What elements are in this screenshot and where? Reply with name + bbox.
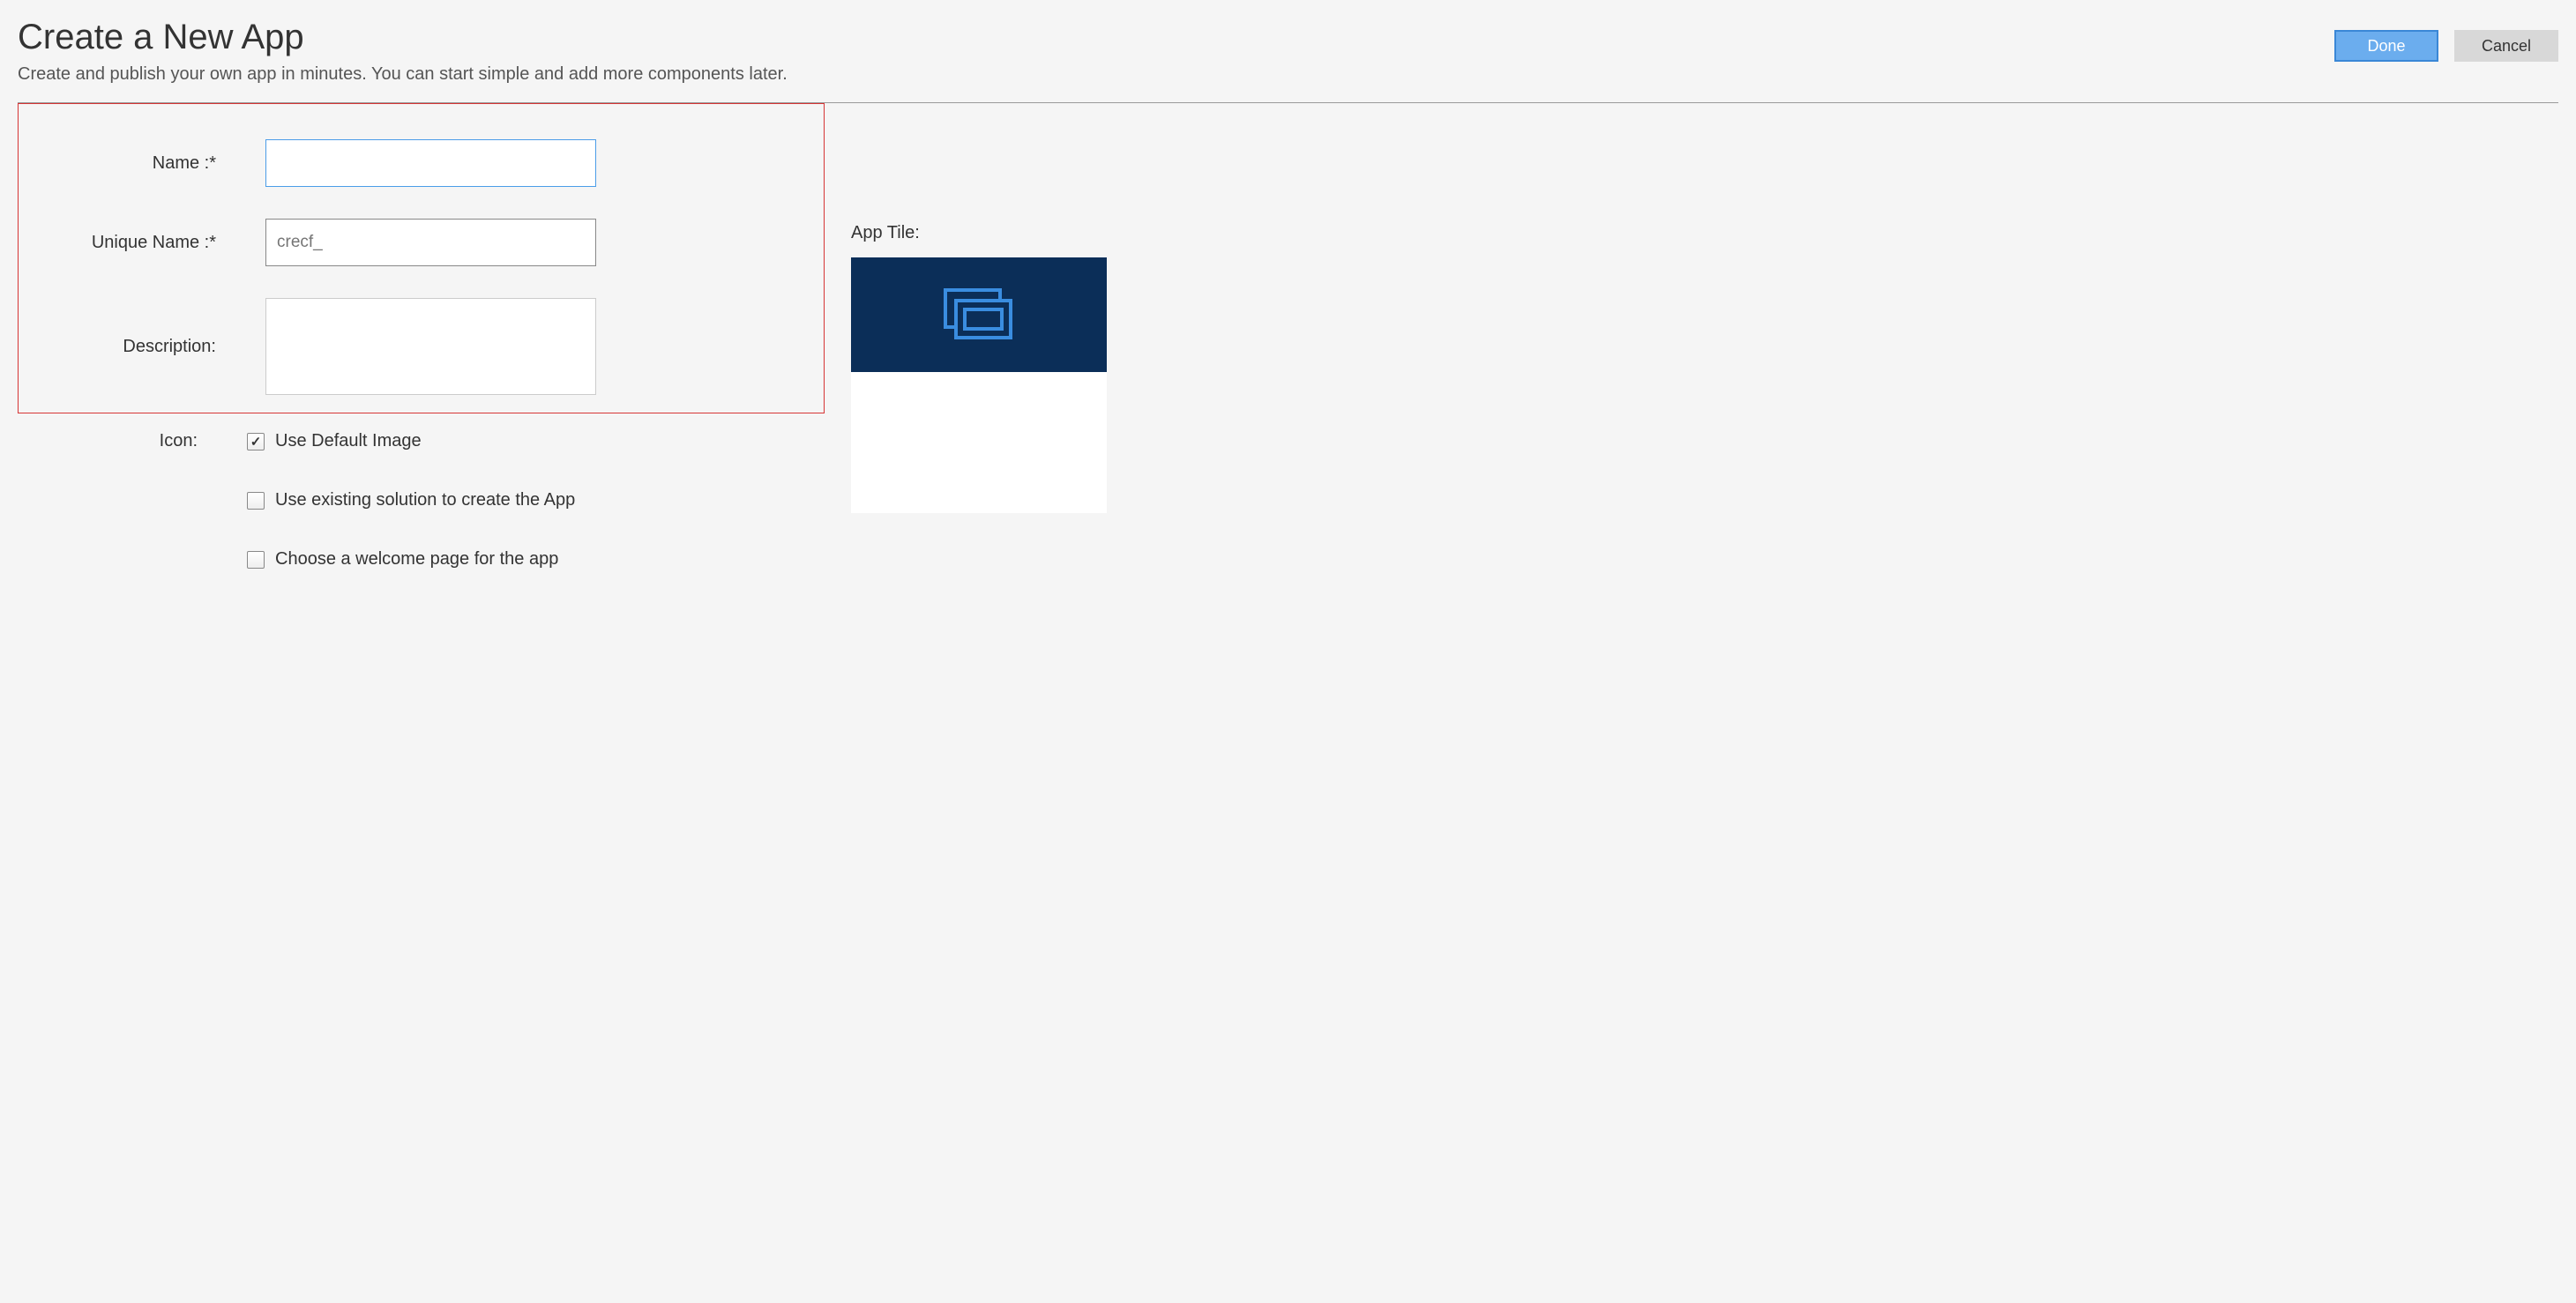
description-input[interactable] [265, 298, 596, 395]
icon-row: Icon: Use Default Image [18, 431, 825, 451]
app-tile-header [851, 257, 1107, 372]
choose-welcome-label: Choose a welcome page for the app [275, 549, 558, 570]
page-header: Create a New App Create and publish your… [18, 18, 2558, 103]
use-default-image-group: Use Default Image [247, 431, 422, 451]
preview-column: App Tile: [851, 103, 1107, 513]
choose-welcome-row: Choose a welcome page for the app [18, 549, 825, 570]
use-default-image-checkbox[interactable] [247, 433, 265, 450]
icon-label: Icon: [18, 431, 247, 451]
app-tile-label: App Tile: [851, 223, 1107, 243]
title-block: Create a New App Create and publish your… [18, 18, 788, 85]
use-default-image-label: Use Default Image [275, 431, 422, 451]
name-row: Name :* [36, 139, 806, 187]
unique-name-row: Unique Name :* [36, 219, 806, 266]
header-buttons: Done Cancel [2334, 30, 2558, 62]
content-area: Name :* Unique Name :* Description: Icon… [18, 103, 2558, 608]
page-subtitle: Create and publish your own app in minut… [18, 64, 788, 85]
name-input[interactable] [265, 139, 596, 187]
choose-welcome-checkbox[interactable] [247, 551, 265, 569]
description-row: Description: [36, 298, 806, 395]
required-fields-box: Name :* Unique Name :* Description: [18, 103, 825, 413]
use-existing-solution-row: Use existing solution to create the App [18, 490, 825, 510]
form-column: Name :* Unique Name :* Description: Icon… [18, 103, 825, 608]
done-button[interactable]: Done [2334, 30, 2438, 62]
cancel-button[interactable]: Cancel [2454, 30, 2558, 62]
description-label: Description: [36, 337, 265, 357]
app-tile-preview [851, 257, 1107, 513]
page-title: Create a New App [18, 18, 788, 57]
choose-welcome-group: Choose a welcome page for the app [247, 549, 558, 570]
unique-name-label: Unique Name :* [36, 233, 265, 253]
use-existing-solution-checkbox[interactable] [247, 492, 265, 510]
unique-name-input[interactable] [265, 219, 596, 266]
use-existing-solution-group: Use existing solution to create the App [247, 490, 575, 510]
stacked-rectangles-icon [944, 288, 1014, 341]
use-existing-solution-label: Use existing solution to create the App [275, 490, 575, 510]
name-label: Name :* [36, 153, 265, 174]
